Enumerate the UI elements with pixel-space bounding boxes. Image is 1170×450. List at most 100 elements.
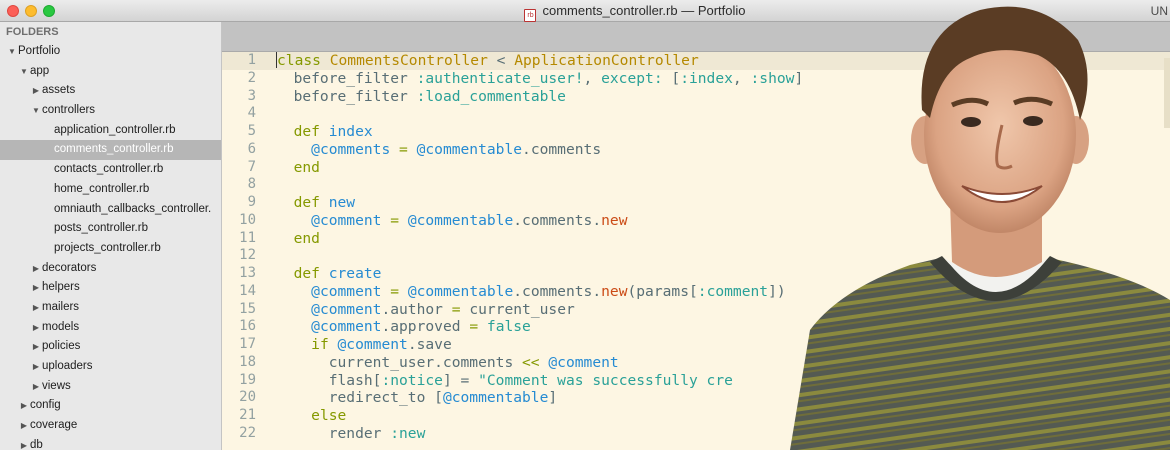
line-number: 21 (239, 407, 256, 423)
code-token: [ (662, 69, 681, 87)
code-line[interactable]: def create (276, 265, 1170, 283)
sidebar-item-comments-controller-rb[interactable]: comments_controller.rb (0, 140, 221, 161)
sidebar-item-assets[interactable]: ▶ assets (0, 81, 221, 101)
code-line[interactable]: @comment.approved = false (276, 318, 1170, 336)
code-token: :notice (381, 371, 443, 389)
line-number: 5 (247, 123, 256, 139)
sidebar-item-label: decorators (42, 261, 97, 274)
code-token: @commentable (407, 211, 514, 229)
code-line[interactable] (276, 176, 1170, 194)
sidebar-item-label: helpers (42, 281, 80, 294)
sidebar-item-home-controller-rb[interactable]: home_controller.rb (0, 180, 221, 200)
line-number: 19 (239, 371, 256, 388)
code-line[interactable]: flash[:notice] = "Comment was successful… (276, 372, 1170, 390)
sidebar-item-helpers[interactable]: ▶ helpers (0, 278, 221, 298)
line-number: 20 (239, 389, 256, 406)
code-line[interactable]: @comment = @commentable.comments.new (276, 212, 1170, 230)
code-token: ] (548, 389, 558, 407)
sidebar-item-mailers[interactable]: ▶ mailers (0, 298, 221, 318)
disclosure-closed-icon[interactable]: ▶ (18, 416, 30, 436)
code-token: @comment (337, 336, 408, 353)
sidebar-item-models[interactable]: ▶ models (0, 318, 221, 338)
code-line[interactable]: def index (276, 123, 1170, 141)
code-token: render (276, 424, 391, 442)
disclosure-closed-icon[interactable]: ▶ (30, 357, 42, 377)
disclosure-closed-icon[interactable]: ▶ (30, 337, 42, 357)
disclosure-closed-icon[interactable]: ▶ (30, 298, 42, 318)
code-line[interactable]: def new (276, 194, 1170, 212)
disclosure-closed-icon[interactable]: ▶ (30, 278, 42, 298)
code-editor[interactable]: 1 2 3 4 5 6 7 8 9 10 11 12 13 14 15 16 17 18 19 20 21 22 clas… (222, 52, 1170, 450)
code-token: class (277, 52, 330, 69)
code-line[interactable]: before_filter :authenticate_user!, excep… (276, 70, 1170, 88)
code-token: @commentable (442, 389, 549, 407)
window-title-text: comments_controller.rb — Portfolio (542, 3, 746, 18)
sidebar-item-views[interactable]: ▶ views (0, 377, 221, 397)
code-token: index (328, 123, 373, 140)
disclosure-closed-icon[interactable]: ▶ (30, 377, 42, 397)
code-token: false (478, 318, 531, 336)
sidebar-item-app[interactable]: ▼ app (0, 62, 221, 82)
disclosure-closed-icon[interactable]: ▶ (30, 318, 42, 338)
folder-tree: ▼ Portfolio ▼ app ▶ assets ▼ controllers applica… (0, 42, 221, 450)
disclosure-open-icon[interactable]: ▼ (30, 101, 42, 121)
code-line[interactable]: @comment = @commentable.comments.new(par… (276, 283, 1170, 301)
titlebar-right-text: UN (1150, 4, 1168, 18)
code-line[interactable]: end (276, 159, 1170, 177)
disclosure-closed-icon[interactable]: ▶ (30, 259, 42, 279)
code-token: = (451, 300, 461, 318)
code-line[interactable]: before_filter :load_commentable (276, 88, 1170, 106)
sidebar-item-label: omniauth_callbacks_controller. (54, 202, 212, 215)
sidebar-item-policies[interactable]: ▶ policies (0, 337, 221, 357)
disclosure-open-icon[interactable]: ▼ (18, 62, 30, 82)
code-token: .author (381, 300, 452, 318)
code-token: , (583, 69, 602, 87)
disclosure-closed-icon[interactable]: ▶ (18, 396, 30, 416)
code-line[interactable]: redirect_to [@commentable] (276, 389, 1170, 407)
code-area[interactable]: class CommentsController < ApplicationCo… (276, 52, 1170, 450)
line-number: 14 (239, 282, 256, 299)
code-token: (params[ (627, 282, 698, 300)
code-line[interactable]: current_user.comments << @comment (276, 354, 1170, 372)
code-line[interactable]: render :new (276, 425, 1170, 443)
sidebar-item-label: mailers (42, 300, 80, 313)
sidebar-item-label: projects_controller.rb (54, 241, 161, 254)
line-number: 22 (239, 424, 256, 441)
code-line[interactable] (276, 105, 1170, 123)
sidebar-item-application-controller-rb[interactable]: application_controller.rb (0, 121, 221, 141)
sidebar-item-projects-controller-rb[interactable]: projects_controller.rb (0, 239, 221, 259)
code-token: < (487, 52, 515, 69)
code-line[interactable]: if @comment.save (276, 336, 1170, 354)
sidebar-item-portfolio[interactable]: ▼ Portfolio (0, 42, 221, 62)
ruby-file-icon: rb (524, 9, 537, 22)
sidebar-item-posts-controller-rb[interactable]: posts_controller.rb (0, 219, 221, 239)
code-line[interactable]: end (276, 230, 1170, 248)
line-number: 16 (239, 318, 256, 335)
disclosure-closed-icon[interactable]: ▶ (18, 436, 30, 450)
code-line[interactable]: @comment.author = current_user (276, 301, 1170, 319)
sidebar-item-coverage[interactable]: ▶ coverage (0, 416, 221, 436)
code-line[interactable] (276, 247, 1170, 265)
code-line[interactable]: class CommentsController < ApplicationCo… (276, 52, 1170, 70)
sidebar-item-config[interactable]: ▶ config (0, 396, 221, 416)
code-token: ApplicationController (514, 52, 699, 69)
code-token: def (293, 194, 329, 211)
code-token: new (601, 211, 628, 229)
code-line[interactable]: @comments = @commentable.comments (276, 141, 1170, 159)
code-line[interactable]: else (276, 407, 1170, 425)
disclosure-closed-icon[interactable]: ▶ (30, 81, 42, 101)
minimap-indicator[interactable] (1164, 58, 1170, 128)
code-token: before_filter (276, 69, 417, 87)
code-token: = (390, 140, 417, 158)
disclosure-open-icon[interactable]: ▼ (6, 42, 18, 62)
sidebar-item-uploaders[interactable]: ▶ uploaders (0, 357, 221, 377)
sidebar-item-db[interactable]: ▶ db (0, 436, 221, 450)
sidebar-item-controllers[interactable]: ▼ controllers (0, 101, 221, 121)
sidebar-item-contacts-controller-rb[interactable]: contacts_controller.rb (0, 160, 221, 180)
sidebar-item-decorators[interactable]: ▶ decorators (0, 259, 221, 279)
line-number: 11 (239, 229, 256, 246)
sidebar-item-omniauth-callbacks-controller-[interactable]: omniauth_callbacks_controller. (0, 200, 221, 220)
